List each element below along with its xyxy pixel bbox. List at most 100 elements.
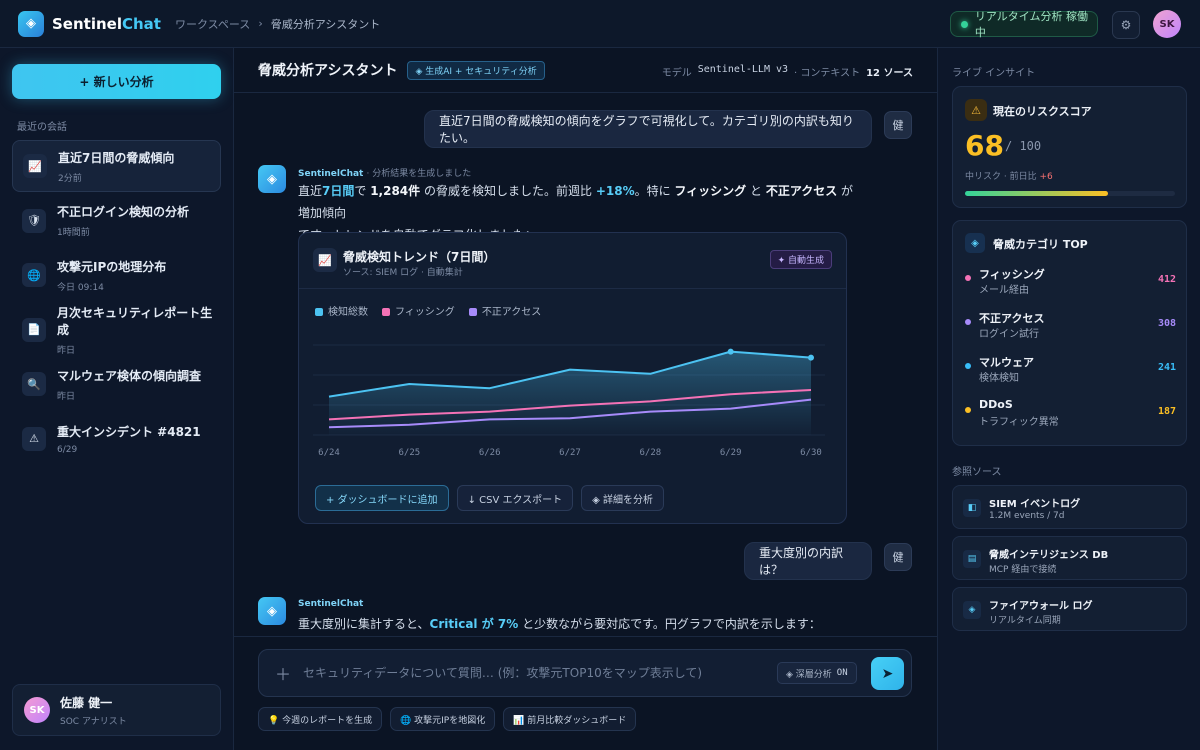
- brand-name: SentinelChat: [52, 14, 161, 33]
- user-message: 重大度別の内訳は？: [744, 542, 872, 580]
- chart-card: 📈 脅威検知トレンド（7日間） ソース: SIEM ログ · 自動集計 ✦ 自動…: [298, 232, 847, 524]
- risk-score-max: / 100: [1005, 139, 1042, 153]
- data-point: [729, 407, 732, 410]
- legend-item: 不正アクセス: [468, 303, 541, 318]
- threat-category-row[interactable]: DDoS トラフィック異常 187: [965, 398, 1176, 428]
- conversation-item[interactable]: 🛡 不正ログイン検知の分析 1時間前: [12, 195, 221, 247]
- data-point: [727, 348, 734, 355]
- breadcrumb-workspace[interactable]: ワークスペース: [175, 16, 250, 32]
- gear-icon: ⚙: [1120, 18, 1132, 32]
- assistant-message: 重大度別に集計すると、Critical が 7% と少数ながら要対応です。円グラ…: [298, 617, 821, 631]
- data-point: [328, 395, 331, 398]
- conversation-item[interactable]: 🌐 攻撃元IPの地理分布 今日 09:14: [12, 249, 221, 301]
- conversation-item[interactable]: ⚠ 重大インシデント #4821 6/29: [12, 413, 221, 465]
- analyze-details-button[interactable]: ◈ 詳細を分析: [581, 485, 665, 511]
- category-sub: トラフィック異常: [979, 417, 1059, 428]
- source-sub: MCP 経由で接続: [989, 565, 1057, 575]
- conversation-time: 昨日: [57, 345, 76, 356]
- data-point: [488, 410, 491, 413]
- magnifier-icon: 🔍: [22, 372, 46, 396]
- data-point: [408, 413, 411, 416]
- category-dot-icon: [965, 319, 971, 325]
- data-point: [649, 400, 652, 403]
- attach-plus-icon[interactable]: ＋: [275, 661, 291, 685]
- legend-item: フィッシング: [382, 303, 455, 318]
- chip-map-ips[interactable]: 🌐 攻撃元IPを地図化: [390, 707, 496, 731]
- chip-weekly-report[interactable]: 💡 今週のレポートを生成: [258, 707, 383, 731]
- trend-chart: 6/24 6/25 6/26 6/27 6/28 6/29 6/30: [313, 344, 825, 458]
- breadcrumb-separator: ›: [258, 17, 263, 30]
- category-dot-icon: [965, 363, 971, 369]
- logo-icon: ◈: [18, 10, 44, 37]
- data-point: [569, 404, 572, 407]
- conversation-item[interactable]: 📈 直近7日間の脅威傾向 2分前: [12, 140, 221, 192]
- csv-export-button[interactable]: ↓ CSV エクスポート: [456, 485, 574, 511]
- message-input-box: ＋ ◈ 深層分析ON ➤: [258, 649, 912, 697]
- composer: ＋ ◈ 深層分析ON ➤ 💡 今週のレポートを生成 🌐 攻撃元IPを地図化 📊 …: [234, 636, 937, 750]
- conversation-title: 直近7日間の脅威傾向: [58, 150, 175, 165]
- source-item[interactable]: ◧ SIEM イベントログ 1.2M events / 7d: [952, 485, 1187, 529]
- settings-button[interactable]: ⚙: [1112, 11, 1140, 39]
- suggestion-chips: 💡 今週のレポートを生成 🌐 攻撃元IPを地図化 📊 前月比較ダッシュボード: [258, 707, 637, 731]
- conversation-item[interactable]: 📄 月次セキュリティレポート生成 昨日: [12, 304, 221, 356]
- source-item[interactable]: ▤ 脅威インテリジェンス DB MCP 経由で接続: [952, 536, 1187, 580]
- source-title: ファイアウォール ログ: [989, 601, 1093, 612]
- source-title: 脅威インテリジェンス DB: [989, 550, 1109, 561]
- avatar[interactable]: SK: [1153, 10, 1181, 38]
- threat-category-row[interactable]: フィッシング メール経由 412: [965, 266, 1176, 296]
- source-sub: 1.2M events / 7d: [989, 511, 1065, 521]
- deep-analysis-toggle[interactable]: ◈ 深層分析 ON: [777, 662, 857, 684]
- conversation-time: 昨日: [57, 391, 76, 402]
- firewall-icon: ◈: [963, 601, 981, 619]
- conversation-time: 1時間前: [57, 228, 90, 238]
- warning-icon: ⚠: [22, 426, 46, 451]
- category-count: 308: [1157, 318, 1176, 329]
- threat-categories-card: ◈ 脅威カテゴリ TOP フィッシング メール経由 412 不正アクセス ログイン試行 3…: [952, 220, 1187, 446]
- live-status-text: リアルタイム分析 稼働中: [974, 10, 1089, 39]
- category-count: 412: [1157, 274, 1176, 285]
- sidebar: + 新しい分析 最近の会話 📈 直近7日間の脅威傾向 2分前 🛡 不正ログイン検知の分析…: [0, 48, 234, 750]
- legend-item: 検知総数: [315, 303, 368, 318]
- assistant-name: SentinelChat · 分析結果を生成しました: [298, 169, 472, 179]
- source-sub: リアルタイム同期: [989, 616, 1061, 626]
- user-message-avatar: 健: [884, 543, 912, 571]
- risk-progress-fill: [965, 191, 1108, 196]
- assistant-avatar-icon: ◈: [258, 165, 286, 193]
- assistant-name: SentinelChat: [298, 599, 364, 609]
- data-point: [729, 393, 732, 396]
- category-sub: ログイン試行: [979, 329, 1039, 340]
- assistant-avatar-icon: ◈: [258, 597, 286, 625]
- data-point: [569, 417, 572, 420]
- add-to-dashboard-button[interactable]: + ダッシュボードに追加: [315, 485, 449, 511]
- conversation-item[interactable]: 🔍 マルウェア検体の傾向調査 昨日: [12, 358, 221, 410]
- data-point: [808, 354, 814, 361]
- legend-swatch: [468, 308, 477, 316]
- live-insights-label: ライブ インサイト: [952, 68, 1036, 79]
- x-tick-label: 6/28: [639, 448, 661, 458]
- auto-generated-badge: ✦ 自動生成: [769, 250, 832, 269]
- category-name: DDoS: [979, 398, 1013, 411]
- chart-icon: 📈: [23, 154, 47, 178]
- conversation-time: 今日 09:14: [57, 282, 104, 293]
- message-input[interactable]: [303, 666, 764, 680]
- user-profile[interactable]: SK 佐藤 健一 SOC アナリスト: [12, 684, 221, 736]
- category-sub: メール経由: [979, 285, 1029, 296]
- new-analysis-button[interactable]: + 新しい分析: [12, 64, 221, 99]
- category-dot-icon: [965, 275, 971, 281]
- live-status-badge: リアルタイム分析 稼働中: [950, 10, 1098, 39]
- shield-icon: 🛡: [22, 208, 46, 233]
- user-avatar: SK: [24, 697, 50, 723]
- user-name: 佐藤 健一: [60, 695, 113, 710]
- threat-category-row[interactable]: 不正アクセス ログイン試行 308: [965, 310, 1176, 340]
- chip-monthly-compare[interactable]: 📊 前月比較ダッシュボード: [503, 707, 637, 731]
- model-info: モデル Sentinel-LLM v3 · コンテキスト 12 ソース: [661, 64, 913, 79]
- threat-category-row[interactable]: マルウェア 検体検知 241: [965, 354, 1176, 384]
- data-point: [328, 418, 331, 421]
- conversation-title: 不正ログイン検知の分析: [57, 205, 190, 219]
- x-tick-label: 6/25: [398, 448, 420, 458]
- top-bar: ◈ SentinelChat ワークスペース › 脅威分析アシスタント リアルタ…: [0, 0, 1200, 48]
- data-point: [328, 426, 331, 429]
- source-item[interactable]: ◈ ファイアウォール ログ リアルタイム同期: [952, 587, 1187, 631]
- category-count: 241: [1157, 362, 1176, 373]
- send-button[interactable]: ➤: [871, 657, 904, 690]
